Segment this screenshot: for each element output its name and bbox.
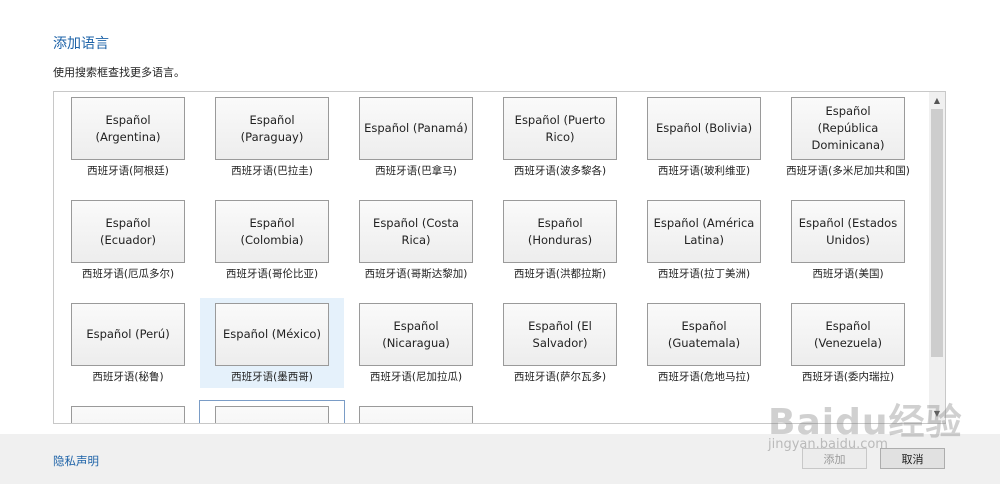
vertical-scrollbar[interactable]: ▲ ▼ xyxy=(929,92,945,423)
scroll-thumb[interactable] xyxy=(931,109,943,357)
language-tile-label: 西班牙语(洪都拉斯) xyxy=(513,268,607,280)
language-tile-label: 西班牙语(哥斯达黎加) xyxy=(364,268,468,280)
language-tile-button[interactable]: Español (Bolivia) xyxy=(647,97,761,160)
language-tile-button[interactable]: Español (Honduras) xyxy=(503,200,617,263)
page-title: 添加语言 xyxy=(53,36,109,52)
dialog-footer: 隐私声明 添加 取消 xyxy=(0,434,1000,484)
language-tile[interactable]: Español (El Salvador) 西班牙语(萨尔瓦多) xyxy=(488,298,632,388)
language-tile[interactable]: Español (Honduras) 西班牙语(洪都拉斯) xyxy=(488,195,632,285)
language-tile[interactable]: Español (Guatemala) 西班牙语(危地马拉) xyxy=(632,298,776,388)
language-tile[interactable]: Español (Estados Unidos) 西班牙语(美国) xyxy=(776,195,920,285)
language-tile[interactable]: Español (Nicaragua) 西班牙语(尼加拉瓜) xyxy=(344,298,488,388)
language-tile-label: 西班牙语(墨西哥) xyxy=(231,371,313,383)
language-tile-button[interactable]: Español (Estados Unidos) xyxy=(791,200,905,263)
language-tile-button[interactable]: Español (Panamá) xyxy=(359,97,473,160)
language-tile-button[interactable]: Español (Puerto Rico) xyxy=(503,97,617,160)
language-tile-button[interactable]: Español (Costa Rica) xyxy=(359,200,473,263)
language-tile[interactable]: Español (América Latina) 西班牙语(拉丁美洲) xyxy=(632,195,776,285)
language-tile[interactable]: Español (Perú) 西班牙语(秘鲁) xyxy=(56,298,200,388)
language-tile[interactable]: Español (Paraguay) 西班牙语(巴拉圭) xyxy=(200,92,344,182)
language-tile-button[interactable]: Español (América Latina) xyxy=(647,200,761,263)
language-tile-label: 西班牙语(拉丁美洲) xyxy=(657,268,751,280)
language-tile-button[interactable]: Español (Ecuador) xyxy=(71,200,185,263)
language-tile-button[interactable] xyxy=(215,406,329,423)
language-tile[interactable]: Español (México) 西班牙语(墨西哥) xyxy=(200,298,344,388)
language-grid: Español (Argentina) 西班牙语(阿根廷) Español (Par… xyxy=(54,92,930,423)
language-tile[interactable]: Español (Ecuador) 西班牙语(厄瓜多尔) xyxy=(56,195,200,285)
language-tile-label: 西班牙语(哥伦比亚) xyxy=(225,268,319,280)
language-tile[interactable]: Español (Bolivia) 西班牙语(玻利维亚) xyxy=(632,92,776,182)
language-tile[interactable]: Español (Venezuela) 西班牙语(委内瑞拉) xyxy=(776,298,920,388)
language-tile[interactable] xyxy=(199,400,345,423)
privacy-statement-link[interactable]: 隐私声明 xyxy=(53,453,99,469)
language-tile[interactable]: Español (Colombia) 西班牙语(哥伦比亚) xyxy=(200,195,344,285)
language-tile-label: 西班牙语(厄瓜多尔) xyxy=(81,268,175,280)
language-tile-label: 西班牙语(秘鲁) xyxy=(92,371,164,383)
scroll-down-arrow-icon[interactable]: ▼ xyxy=(929,407,945,421)
page-subtitle: 使用搜索框查找更多语言。 xyxy=(53,66,185,79)
language-tile[interactable]: Español (Panamá) 西班牙语(巴拿马) xyxy=(344,92,488,182)
language-tile-button[interactable]: Español (México) xyxy=(215,303,329,366)
language-tile-button[interactable] xyxy=(359,406,473,423)
language-tile-label: 西班牙语(危地马拉) xyxy=(657,371,751,383)
language-tile-label: 西班牙语(萨尔瓦多) xyxy=(513,371,607,383)
language-tile-button[interactable]: Español (Nicaragua) xyxy=(359,303,473,366)
language-tile[interactable]: Español (Argentina) 西班牙语(阿根廷) xyxy=(56,92,200,182)
language-tile-label: 西班牙语(阿根廷) xyxy=(87,165,169,177)
language-tile[interactable]: Español (República Dominicana) 西班牙语(多米尼加共… xyxy=(776,92,920,182)
language-tile-button[interactable]: Español (Venezuela) xyxy=(791,303,905,366)
add-button[interactable]: 添加 xyxy=(802,448,867,469)
language-list: Español (Argentina) 西班牙语(阿根廷) Español (Par… xyxy=(53,91,946,424)
add-language-dialog: 添加语言 使用搜索框查找更多语言。 Español (Argentina) 西班牙… xyxy=(0,0,1000,484)
language-tile[interactable]: Español (Costa Rica) 西班牙语(哥斯达黎加) xyxy=(344,195,488,285)
language-tile-label: 西班牙语(巴拉圭) xyxy=(231,165,313,177)
language-tile-button[interactable]: Español (República Dominicana) xyxy=(791,97,905,160)
language-tile-label: 西班牙语(委内瑞拉) xyxy=(801,371,895,383)
scroll-up-arrow-icon[interactable]: ▲ xyxy=(929,94,945,108)
language-tile[interactable]: Español (Puerto Rico) 西班牙语(波多黎各) xyxy=(488,92,632,182)
language-tile-button[interactable]: Español (El Salvador) xyxy=(503,303,617,366)
language-tile-label: 西班牙语(巴拿马) xyxy=(375,165,457,177)
language-tile-button[interactable]: Español (Argentina) xyxy=(71,97,185,160)
language-tile-label: 西班牙语(美国) xyxy=(812,268,884,280)
language-tile-button[interactable]: Español (Guatemala) xyxy=(647,303,761,366)
language-tile-label: 西班牙语(多米尼加共和国) xyxy=(786,165,910,177)
language-tile-button[interactable]: Español (Colombia) xyxy=(215,200,329,263)
language-tile[interactable] xyxy=(344,401,488,423)
language-tile-label: 西班牙语(玻利维亚) xyxy=(657,165,751,177)
language-tile-button[interactable]: Español (Paraguay) xyxy=(215,97,329,160)
language-tile-label: 西班牙语(尼加拉瓜) xyxy=(369,371,463,383)
language-tile[interactable] xyxy=(56,401,200,423)
language-tile-label: 西班牙语(波多黎各) xyxy=(513,165,607,177)
cancel-button[interactable]: 取消 xyxy=(880,448,945,469)
language-tile-button[interactable]: Español (Perú) xyxy=(71,303,185,366)
language-tile-button[interactable] xyxy=(71,406,185,423)
